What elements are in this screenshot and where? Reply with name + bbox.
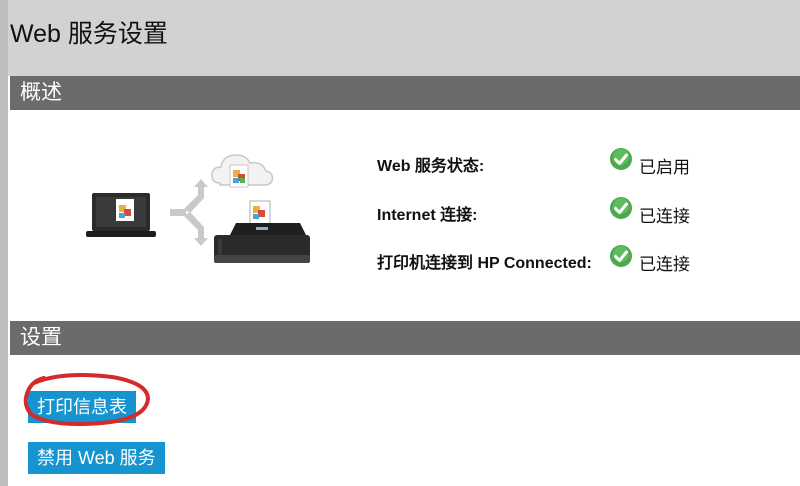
check-circle-icon	[610, 245, 632, 267]
overview-section-title: 概述	[20, 81, 62, 104]
status-row-internet: Internet 连接: 已连接	[377, 196, 757, 226]
status-label: Internet 连接:	[377, 207, 478, 224]
status-label: Web 服务状态:	[377, 158, 485, 175]
disable-web-services-button[interactable]: 禁用 Web 服务	[28, 442, 165, 474]
status-row-hp-connected: 打印机连接到 HP Connected: 已连接	[377, 244, 757, 274]
page-title: Web 服务设置	[10, 20, 168, 48]
check-circle-icon	[610, 148, 632, 170]
arrows-icon	[170, 179, 208, 246]
status-value: 已启用	[639, 158, 690, 177]
settings-section-title: 设置	[20, 326, 62, 349]
status-label: 打印机连接到 HP Connected:	[377, 255, 592, 272]
page-header: Web 服务设置	[0, 0, 800, 76]
left-border	[0, 0, 8, 486]
web-services-illustration	[86, 154, 310, 263]
settings-section-header: 设置	[10, 321, 800, 355]
print-info-sheet-button[interactable]: 打印信息表	[28, 391, 136, 423]
printer-icon	[214, 200, 310, 263]
check-circle-icon	[610, 197, 632, 219]
status-value: 已连接	[639, 255, 690, 274]
overview-section-header: 概述	[10, 76, 800, 110]
status-row-web-services: Web 服务状态: 已启用	[377, 147, 757, 177]
status-value: 已连接	[639, 207, 690, 226]
web-services-settings-page: Web 服务设置 概述 Web 服务状态: 已启用 Internet 连接: 已…	[0, 0, 800, 486]
cloud-icon	[211, 154, 274, 188]
laptop-icon	[86, 193, 156, 237]
